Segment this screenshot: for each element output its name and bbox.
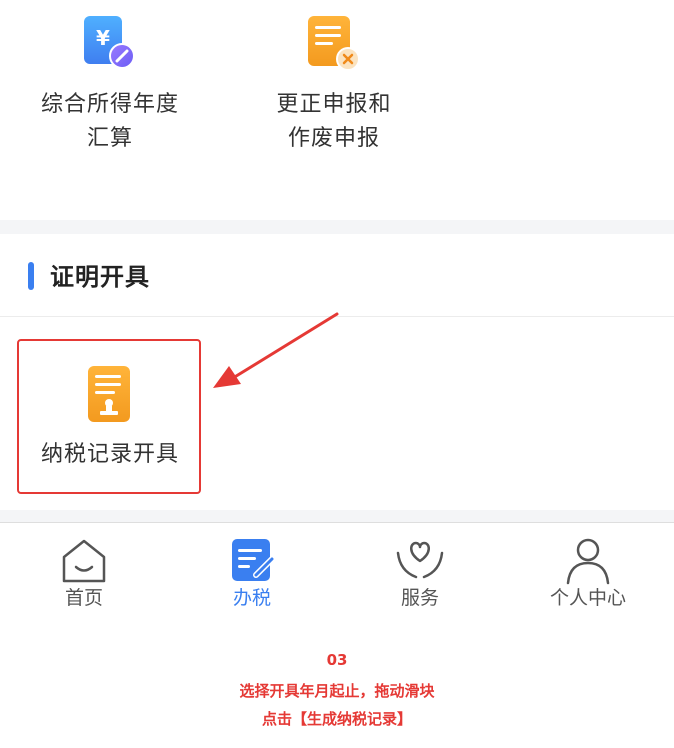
section-divider: [0, 220, 674, 234]
nav-item-service[interactable]: 服务: [336, 523, 504, 621]
nav-top-band: [0, 510, 674, 522]
svg-text:¥: ¥: [96, 26, 110, 50]
person-icon: [566, 538, 610, 585]
nav-label: 服务: [400, 587, 439, 609]
nav-item-profile[interactable]: 个人中心: [504, 523, 672, 621]
tile-label: 综合所得年度 汇算: [40, 92, 179, 151]
nav-item-home[interactable]: 首页: [0, 523, 168, 621]
pointer-arrow-icon: [213, 312, 339, 388]
nav-label: 办税: [232, 587, 271, 609]
step-number: 03: [326, 651, 348, 669]
yuan-edit-icon: ¥: [84, 16, 135, 69]
home-icon: [62, 539, 106, 583]
bottom-navigation: 首页 办税 服务 个人中心: [0, 522, 674, 621]
document-cancel-icon: [308, 16, 360, 71]
highlight-box: [17, 339, 201, 494]
section-accent-bar: [28, 262, 34, 290]
instruction-line-2: 点击【生成纳税记录】: [261, 710, 412, 728]
nav-label: 个人中心: [549, 587, 626, 609]
nav-label: 首页: [64, 587, 103, 609]
service-heart-icon: [396, 541, 444, 579]
instruction-line-1: 选择开具年月起止，拖动滑块: [239, 682, 435, 700]
nav-item-tax[interactable]: 办税: [168, 523, 336, 621]
tile-label: 更正申报和 作废申报: [276, 92, 392, 151]
section-title: 证明开具: [50, 263, 150, 291]
tax-handle-icon: [232, 539, 275, 581]
